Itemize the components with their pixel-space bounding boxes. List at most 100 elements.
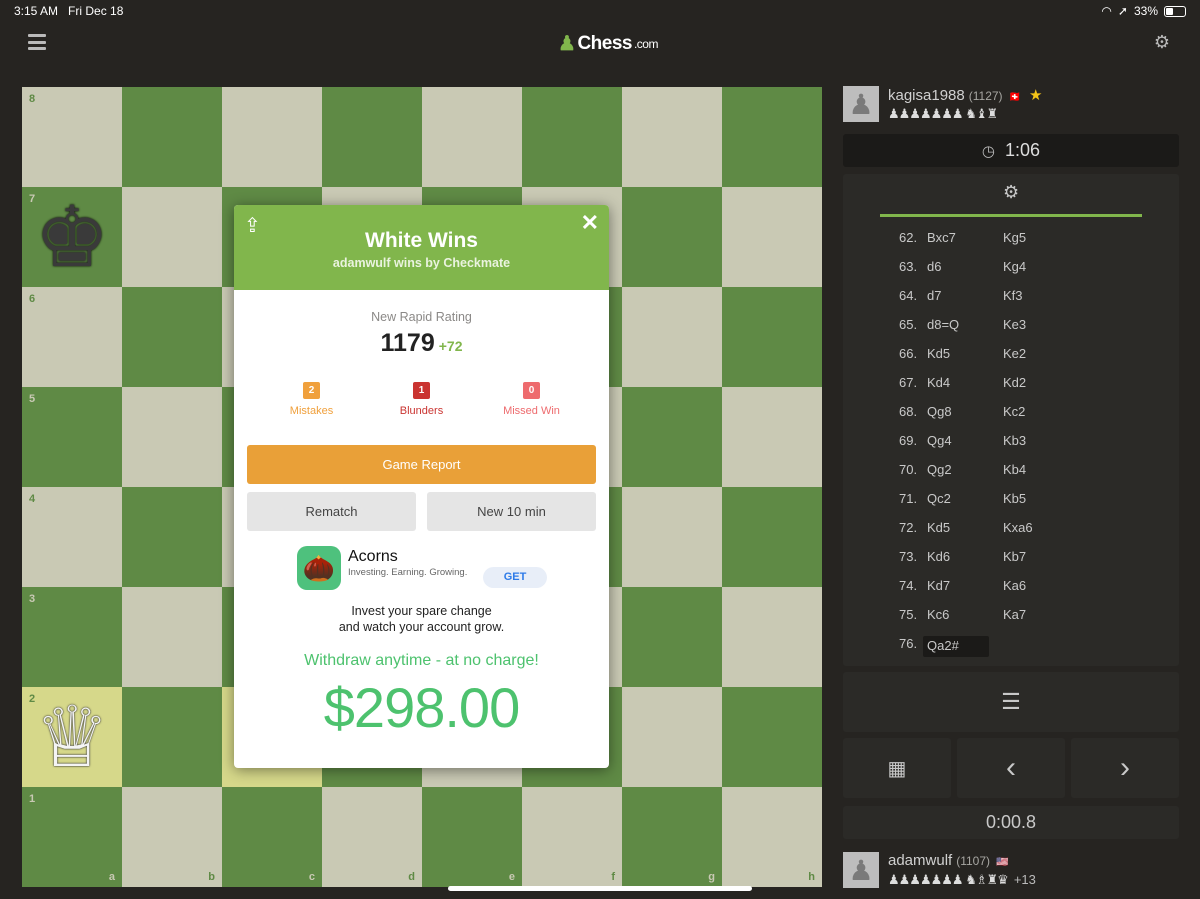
square-h2[interactable] [722, 687, 822, 787]
white-move[interactable]: d6 [927, 259, 941, 274]
white-move[interactable]: Kd5 [927, 520, 950, 535]
square-f1[interactable]: f [522, 787, 622, 887]
square-h8[interactable] [722, 87, 822, 187]
rematch-button[interactable]: Rematch [247, 492, 416, 531]
square-g6[interactable] [622, 287, 722, 387]
white-move[interactable]: Qg4 [927, 433, 952, 448]
white-move[interactable]: Qg8 [927, 404, 952, 419]
list-icon[interactable]: ☰ [843, 672, 1179, 732]
missed-win-count[interactable]: 0 Missed Win [482, 382, 582, 417]
mistakes-count[interactable]: 2 Mistakes [262, 382, 362, 417]
black-move[interactable]: Ke2 [1003, 346, 1026, 361]
square-e8[interactable] [422, 87, 522, 187]
white-queen-piece[interactable]: ♕ [22, 687, 122, 787]
move-list[interactable]: ⚙ 62. Bxc7 Kg5 63. d6 Kg4 64. d7 Kf3 65. d8=Q Ke3 66… [843, 174, 1179, 666]
square-a3[interactable]: 3 [22, 587, 122, 687]
square-h5[interactable] [722, 387, 822, 487]
move-row: 73. Kd6 Kb7 [843, 549, 1179, 571]
square-g2[interactable] [622, 687, 722, 787]
square-a2[interactable]: 2 ♕ [22, 687, 122, 787]
avatar[interactable]: ♟ [843, 852, 879, 888]
analysis-board-icon[interactable]: ▦ [843, 738, 951, 798]
square-a5[interactable]: 5 [22, 387, 122, 487]
square-b7[interactable] [122, 187, 222, 287]
square-b4[interactable] [122, 487, 222, 587]
square-a4[interactable]: 4 [22, 487, 122, 587]
menu-icon[interactable] [28, 34, 46, 50]
square-b2[interactable] [122, 687, 222, 787]
logo-text: Chess [577, 32, 632, 54]
square-g1[interactable]: g [622, 787, 722, 887]
black-move[interactable]: Kxa6 [1003, 520, 1033, 535]
black-move[interactable]: Kb5 [1003, 491, 1026, 506]
avatar[interactable]: ♟ [843, 86, 879, 122]
square-b6[interactable] [122, 287, 222, 387]
file-label: e [508, 871, 515, 883]
black-move[interactable]: Kb3 [1003, 433, 1026, 448]
black-king-piece[interactable]: ♚ [22, 187, 122, 287]
square-a8[interactable]: 8 [22, 87, 122, 187]
square-b3[interactable] [122, 587, 222, 687]
white-move[interactable]: d8=Q [927, 317, 959, 332]
moves-tab-icon[interactable]: ⚙ [1003, 182, 1019, 203]
new-game-button[interactable]: New 10 min [427, 492, 596, 531]
previous-move-button[interactable]: ‹ [957, 738, 1065, 798]
square-g3[interactable] [622, 587, 722, 687]
square-a1[interactable]: 1a [22, 787, 122, 887]
white-move[interactable]: Kc6 [927, 607, 949, 622]
square-d1[interactable]: d [322, 787, 422, 887]
square-e1[interactable]: e [422, 787, 522, 887]
black-move[interactable]: Kg5 [1003, 230, 1026, 245]
ad-withdraw-text: Withdraw anytime - at no charge! [304, 652, 539, 669]
square-f8[interactable] [522, 87, 622, 187]
white-move[interactable]: Kd6 [927, 549, 950, 564]
white-move[interactable]: d7 [927, 288, 941, 303]
black-move[interactable]: Kc2 [1003, 404, 1025, 419]
square-g8[interactable] [622, 87, 722, 187]
black-move[interactable]: Ke3 [1003, 317, 1026, 332]
white-move[interactable]: Kd7 [927, 578, 950, 593]
square-c1[interactable]: c [222, 787, 322, 887]
black-move[interactable]: Kg4 [1003, 259, 1026, 274]
square-a6[interactable]: 6 [22, 287, 122, 387]
square-c8[interactable] [222, 87, 322, 187]
move-number: 63. [899, 259, 918, 274]
square-h6[interactable] [722, 287, 822, 387]
player-name[interactable]: kagisa1988 (1127) 🇨🇭 ★ [888, 86, 1042, 104]
square-b8[interactable] [122, 87, 222, 187]
acorn-icon[interactable]: 🌰 [297, 546, 341, 590]
white-move[interactable]: Kd5 [927, 346, 950, 361]
blunders-count[interactable]: 1 Blunders [372, 382, 472, 417]
square-h7[interactable] [722, 187, 822, 287]
white-move[interactable]: Qc2 [927, 491, 951, 506]
square-h4[interactable] [722, 487, 822, 587]
square-g5[interactable] [622, 387, 722, 487]
home-indicator[interactable] [448, 886, 752, 891]
square-d8[interactable] [322, 87, 422, 187]
black-move[interactable]: Kf3 [1003, 288, 1023, 303]
black-move[interactable]: Ka6 [1003, 578, 1026, 593]
square-b1[interactable]: b [122, 787, 222, 887]
player-name[interactable]: adamwulf (1107) 🇺🇸 [888, 852, 1008, 869]
white-move[interactable]: Qa2# [923, 636, 989, 657]
white-move[interactable]: Kd4 [927, 375, 950, 390]
white-move[interactable]: Qg2 [927, 462, 952, 477]
black-move[interactable]: Ka7 [1003, 607, 1026, 622]
settings-icon[interactable]: ⚙ [1154, 32, 1170, 53]
game-report-button[interactable]: Game Report [247, 445, 596, 484]
white-move[interactable]: Bxc7 [927, 230, 956, 245]
black-move[interactable]: Kb4 [1003, 462, 1026, 477]
ad-app-name[interactable]: Acorns [348, 548, 398, 566]
square-b5[interactable] [122, 387, 222, 487]
black-move[interactable]: Kb7 [1003, 549, 1026, 564]
close-icon[interactable]: ✕ [581, 210, 599, 236]
black-move[interactable]: Kd2 [1003, 375, 1026, 390]
square-h3[interactable] [722, 587, 822, 687]
square-h1[interactable]: h [722, 787, 822, 887]
share-icon[interactable]: ⇪ [244, 213, 261, 238]
ad-get-button[interactable]: GET [483, 567, 547, 588]
square-a7[interactable]: 7 ♚ [22, 187, 122, 287]
square-g7[interactable] [622, 187, 722, 287]
next-move-button[interactable]: › [1071, 738, 1179, 798]
square-g4[interactable] [622, 487, 722, 587]
